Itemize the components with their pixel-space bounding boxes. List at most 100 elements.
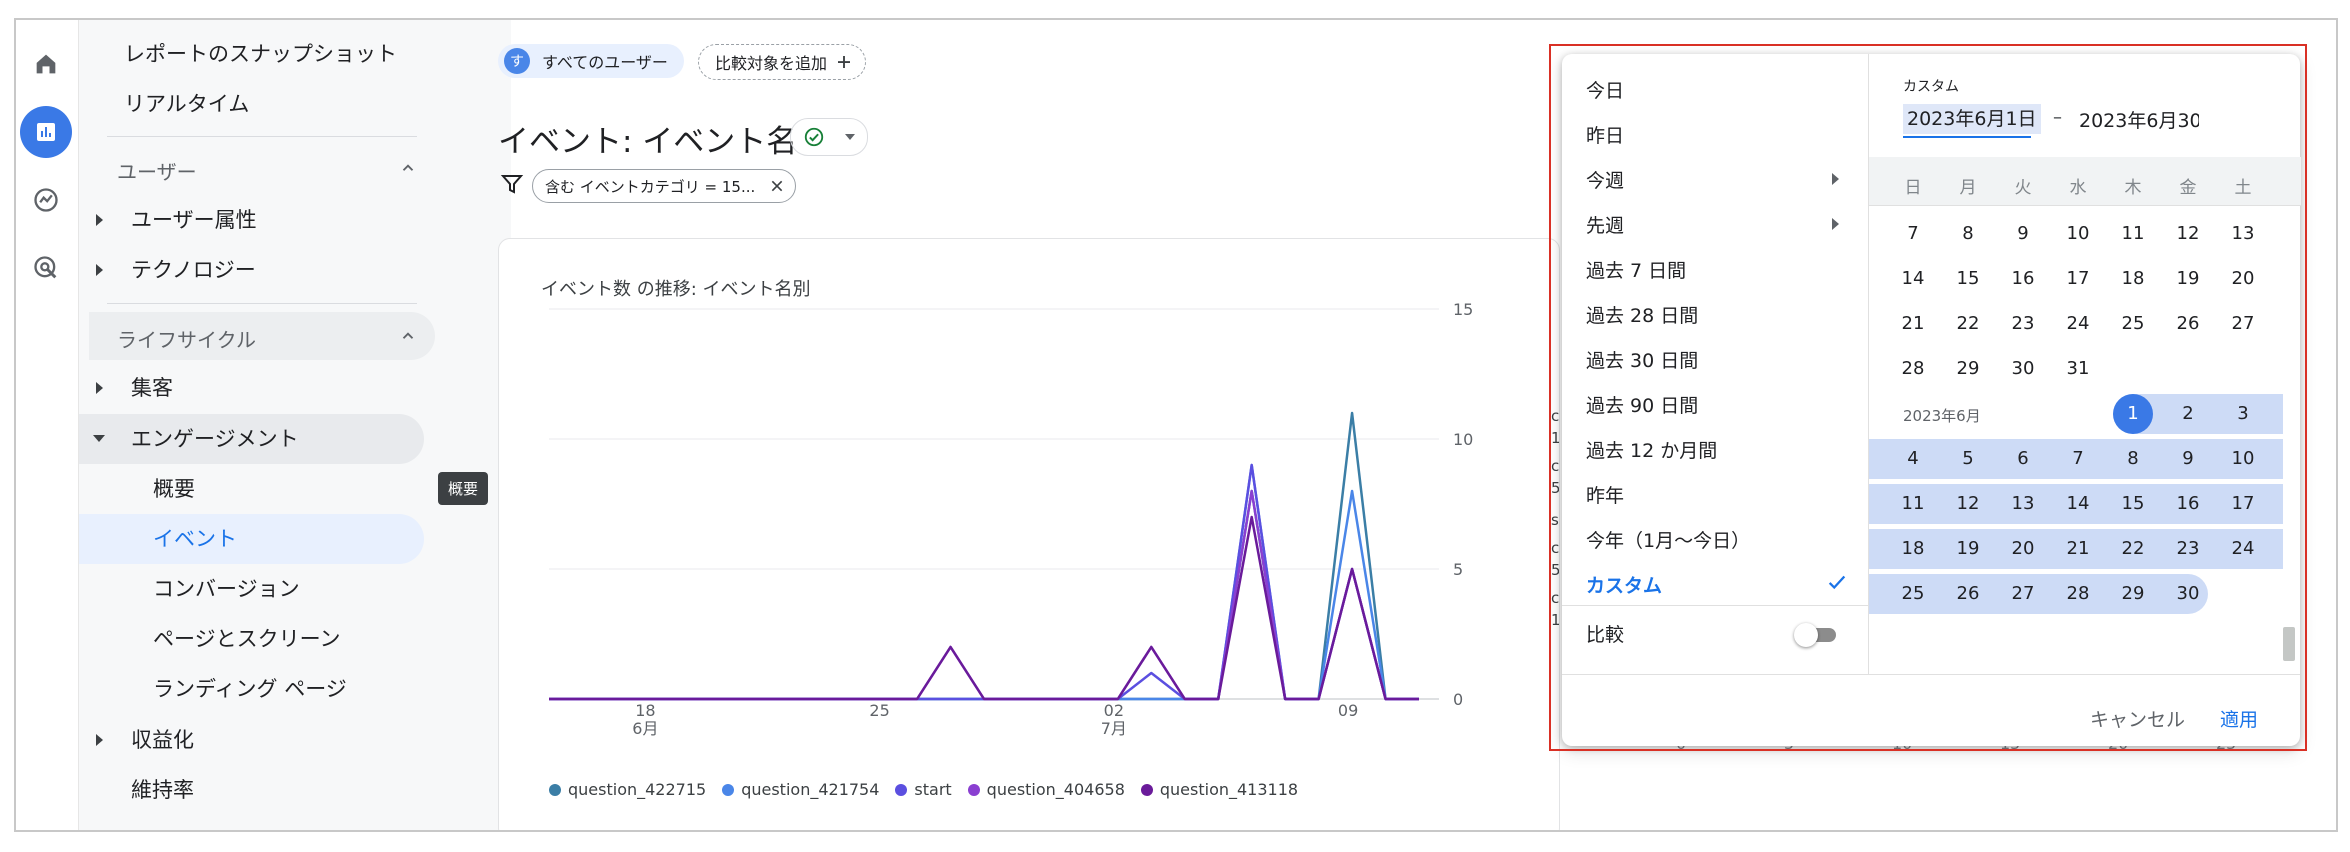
calendar-day[interactable]: 5 [1948, 439, 1988, 479]
nav-events[interactable]: イベント [153, 523, 237, 553]
nav-landing-page[interactable]: ランディング ページ [153, 673, 347, 703]
explore-icon[interactable] [20, 174, 72, 226]
calendar-day[interactable]: 26 [1948, 574, 1988, 614]
calendar-day[interactable]: 26 [2168, 304, 2208, 344]
calendar-day[interactable]: 18 [1893, 529, 1933, 569]
preset-option[interactable]: 昨年 [1586, 481, 1624, 508]
expand-right-icon[interactable] [96, 214, 103, 226]
calendar-day[interactable]: 24 [2058, 304, 2098, 344]
calendar-day[interactable]: 5 [2168, 205, 2208, 209]
calendar-day[interactable]: 14 [1893, 259, 1933, 299]
nav-conversions[interactable]: コンバージョン [153, 573, 300, 603]
calendar-day[interactable]: 3 [2223, 394, 2263, 434]
nav-technology[interactable]: テクノロジー [131, 254, 256, 284]
legend-item[interactable]: start [895, 780, 952, 799]
add-comparison-button[interactable]: 比較対象を追加 [698, 44, 867, 80]
nav-monetization[interactable]: 収益化 [131, 724, 194, 754]
calendar-day[interactable]: 20 [2003, 529, 2043, 569]
advertising-icon[interactable] [20, 242, 72, 294]
preset-option[interactable]: 今日 [1586, 76, 1624, 103]
calendar-day[interactable]: 29 [2113, 574, 2153, 614]
title-status-dropdown[interactable] [790, 118, 868, 156]
reports-icon[interactable] [20, 106, 72, 158]
calendar-day[interactable]: 1 [1948, 205, 1988, 209]
preset-option[interactable]: 過去 28 日間 [1586, 301, 1698, 328]
calendar-day[interactable]: 12 [1948, 484, 1988, 524]
nav-acquisition[interactable]: 集客 [131, 372, 173, 402]
nav-snapshot[interactable]: レポートのスナップショット [124, 38, 397, 68]
calendar-day[interactable]: 14 [2058, 484, 2098, 524]
calendar-day[interactable]: 9 [2003, 214, 2043, 254]
compare-toggle[interactable] [1794, 622, 1840, 648]
nav-section-user[interactable]: ユーザー [89, 144, 435, 192]
calendar-day[interactable]: 4 [1893, 439, 1933, 479]
calendar-day[interactable]: 27 [2003, 574, 2043, 614]
calendar-day[interactable]: 15 [1948, 259, 1988, 299]
calendar-day[interactable]: 2 [2003, 205, 2043, 209]
calendar-day[interactable]: 6 [2003, 439, 2043, 479]
home-icon[interactable] [20, 38, 72, 90]
calendar-day[interactable]: 21 [2058, 529, 2098, 569]
calendar-day[interactable]: 31 [2058, 349, 2098, 389]
calendar-day[interactable]: 13 [2003, 484, 2043, 524]
calendar-day[interactable]: 16 [2168, 484, 2208, 524]
nav-events-row[interactable] [79, 514, 424, 564]
calendar-day[interactable]: 12 [2168, 214, 2208, 254]
calendar-day[interactable]: 4 [2113, 205, 2153, 209]
calendar-day[interactable]: 6 [2223, 205, 2263, 209]
filter-icon[interactable] [500, 172, 524, 196]
calendar-day[interactable]: 29 [1948, 349, 1988, 389]
filter-chip[interactable]: 含む イベントカテゴリ = 15... [532, 169, 797, 203]
end-date-input[interactable]: 2023年6月30日 [2079, 106, 2199, 133]
preset-option[interactable]: 過去 12 か月間 [1586, 436, 1717, 463]
expand-right-icon[interactable] [96, 382, 103, 394]
cancel-button[interactable]: キャンセル [2090, 705, 2185, 732]
legend-item[interactable]: question_422715 [549, 780, 706, 799]
preset-option[interactable]: 先週 [1586, 211, 1624, 238]
calendar-day[interactable]: 23 [2168, 529, 2208, 569]
calendar-day[interactable]: 8 [2113, 439, 2153, 479]
preset-option[interactable]: カスタム [1586, 571, 1662, 598]
nav-pages-screens[interactable]: ページとスクリーン [153, 623, 341, 653]
preset-option[interactable]: 過去 90 日間 [1586, 391, 1698, 418]
calendar-day[interactable]: 13 [2223, 214, 2263, 254]
calendar-day[interactable]: 25 [1893, 574, 1933, 614]
calendar-day[interactable]: 10 [2058, 214, 2098, 254]
nav-demographics[interactable]: ユーザー属性 [131, 204, 257, 234]
calendar-day[interactable]: 19 [1948, 529, 1988, 569]
apply-button[interactable]: 適用 [2220, 705, 2258, 732]
calendar-day[interactable]: 15 [2113, 484, 2153, 524]
close-icon[interactable] [769, 178, 785, 194]
nav-section-lifecycle[interactable]: ライフサイクル [89, 312, 435, 360]
preset-option[interactable]: 過去 7 日間 [1586, 256, 1686, 283]
calendar-day[interactable]: 3 [2058, 205, 2098, 209]
calendar-day[interactable]: 28 [2058, 574, 2098, 614]
calendar-day[interactable]: 10 [2223, 439, 2263, 479]
calendar-day[interactable]: 22 [2113, 529, 2153, 569]
nav-engagement[interactable]: エンゲージメント [131, 423, 299, 453]
calendar-day[interactable]: 7 [1893, 214, 1933, 254]
preset-option[interactable]: 今週 [1586, 166, 1624, 193]
calendar-day[interactable]: 18 [2113, 259, 2153, 299]
calendar-day[interactable]: 30 [2168, 574, 2208, 614]
expand-down-icon[interactable] [93, 435, 105, 442]
calendar-day[interactable]: 17 [2223, 484, 2263, 524]
calendar-day[interactable]: 2 [2168, 394, 2208, 434]
preset-option[interactable]: 過去 30 日間 [1586, 346, 1698, 373]
legend-item[interactable]: question_413118 [1140, 780, 1298, 799]
calendar-day[interactable]: 17 [2058, 259, 2098, 299]
preset-option[interactable]: 昨日 [1586, 121, 1624, 148]
calendar-day[interactable]: 19 [2168, 259, 2208, 299]
calendar-day[interactable]: 28 [1893, 349, 1933, 389]
calendar-day[interactable]: 27 [2223, 304, 2263, 344]
legend-item[interactable]: question_421754 [722, 780, 879, 799]
calendar-day[interactable]: 23 [2003, 304, 2043, 344]
legend-item[interactable]: question_404658 [967, 780, 1125, 799]
start-date-input[interactable]: 2023年6月1日 [1903, 104, 2041, 134]
expand-right-icon[interactable] [96, 734, 103, 746]
expand-right-icon[interactable] [96, 264, 103, 276]
calendar-day[interactable]: 20 [2223, 259, 2263, 299]
nav-retention[interactable]: 維持率 [131, 774, 194, 804]
calendar-day[interactable]: 9 [2168, 439, 2208, 479]
calendar-day[interactable]: 22 [1948, 304, 1988, 344]
